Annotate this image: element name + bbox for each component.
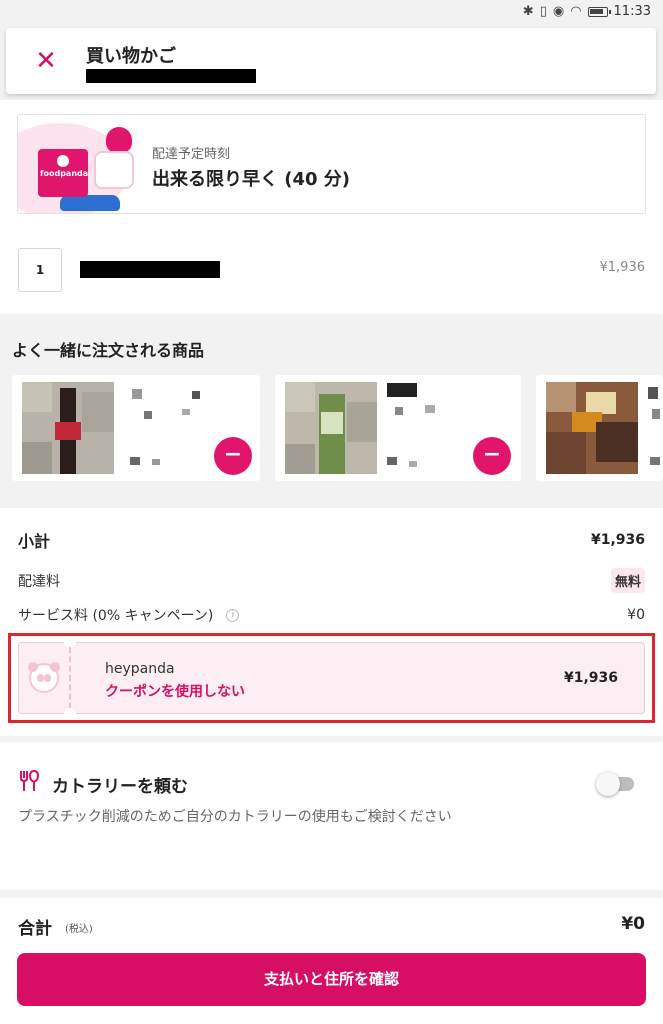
panda-ear-right — [50, 662, 60, 672]
add-to-cart-button[interactable]: − — [473, 437, 511, 475]
brand-logo: foodpanda — [40, 169, 89, 178]
product-image — [22, 382, 114, 474]
status-bar: ✱ ▯ ◉ ◠ 11:33 — [0, 0, 663, 26]
coupon-action-link[interactable]: クーポンを使用しない — [105, 681, 245, 701]
rider-body-icon — [94, 151, 134, 189]
rider-helmet-icon — [106, 127, 132, 153]
cart-header: ✕ 買い物かご — [6, 28, 656, 94]
recommendation-card[interactable] — [536, 375, 663, 481]
panda-ear-left — [28, 662, 38, 672]
quantity-selector[interactable]: 1 — [18, 248, 62, 292]
coupon-value: ¥1,936 — [563, 670, 618, 686]
order-summary: 小計 ¥1,936 配達料 無料 サービス料 (0% キャンペーン) i ¥0 … — [0, 508, 663, 736]
product-image — [546, 382, 638, 474]
recommendation-card[interactable]: − — [12, 375, 260, 481]
cutlery-description: プラスチック削減のためご自分のカトラリーの使用もご検討ください — [18, 809, 452, 825]
info-icon[interactable]: i — [226, 609, 240, 622]
panda-icon — [28, 662, 60, 693]
subtotal-label: 小計 — [18, 532, 51, 551]
delivery-box-icon: foodpanda — [38, 149, 88, 197]
recommendations-title: よく一緒に注文される商品 — [12, 341, 205, 360]
item-price: ¥1,936 — [599, 260, 646, 275]
page-title: 買い物かご — [86, 46, 176, 67]
close-icon[interactable]: ✕ — [34, 46, 58, 76]
delivery-time-card[interactable]: foodpanda 配達予定時刻 出来る限り早く (40 分) — [17, 114, 646, 214]
checkout-footer: 合計 (税込) ¥0 支払いと住所を確認 — [0, 898, 663, 1024]
coupon-card[interactable]: heypanda クーポンを使用しない ¥1,936 — [18, 636, 645, 720]
service-fee-label: サービス料 (0% キャンペーン) — [18, 608, 214, 624]
service-fee-row: サービス料 (0% キャンペーン) i ¥0 — [18, 605, 645, 625]
cutlery-title: カトラリーを頼む — [52, 777, 188, 797]
vibrate-icon: ▯ — [539, 4, 547, 19]
eye-icon: ◉ — [552, 4, 565, 19]
service-fee-label-group: サービス料 (0% キャンペーン) i — [18, 605, 240, 625]
delivery-fee-row: 配達料 無料 — [18, 568, 645, 593]
coupon-divider — [69, 647, 71, 709]
battery-icon — [587, 6, 611, 17]
total-label: 合計 — [18, 919, 52, 939]
cutlery-icon — [20, 770, 40, 791]
cutlery-toggle-knob[interactable] — [596, 772, 620, 796]
delivery-time-label: 配達予定時刻 — [152, 147, 231, 162]
cutlery-section: カトラリーを頼む プラスチック削減のためご自分のカトラリーの使用もご検討ください — [0, 742, 663, 890]
product-image — [285, 382, 377, 474]
cart-main: foodpanda 配達予定時刻 出来る限り早く (40 分) 1 ¥1,936 — [0, 100, 663, 314]
subtotal-row: 小計 ¥1,936 — [18, 528, 645, 552]
delivery-fee-label: 配達料 — [18, 573, 60, 590]
panda-eye-left — [37, 674, 44, 682]
status-icons: ✱ ▯ ◉ ◠ 11:33 — [523, 4, 651, 19]
delivery-time-value: 出来る限り早く (40 分) — [152, 169, 351, 190]
checkout-button[interactable]: 支払いと住所を確認 — [17, 953, 646, 1006]
cart-item[interactable]: 1 ¥1,936 — [0, 246, 663, 292]
redacted-item-name — [80, 261, 220, 278]
status-time: 11:33 — [613, 4, 651, 19]
coupon-name: heypanda — [105, 661, 175, 677]
bluetooth-icon: ✱ — [522, 4, 534, 19]
add-to-cart-button[interactable]: − — [214, 437, 252, 475]
recommendation-card[interactable]: − — [275, 375, 521, 481]
total-tax-note: (税込) — [65, 924, 93, 935]
scooter-icon — [60, 195, 120, 211]
redacted-address — [86, 69, 256, 83]
coupon-notch-bottom — [64, 708, 76, 720]
panda-logo-icon — [57, 155, 69, 167]
total-value: ¥0 — [621, 914, 645, 934]
delivery-fee-badge: 無料 — [610, 568, 645, 593]
panda-eye-right — [44, 674, 51, 682]
wifi-icon: ◠ — [570, 4, 582, 19]
service-fee-value: ¥0 — [627, 607, 645, 623]
subtotal-value: ¥1,936 — [590, 532, 645, 548]
